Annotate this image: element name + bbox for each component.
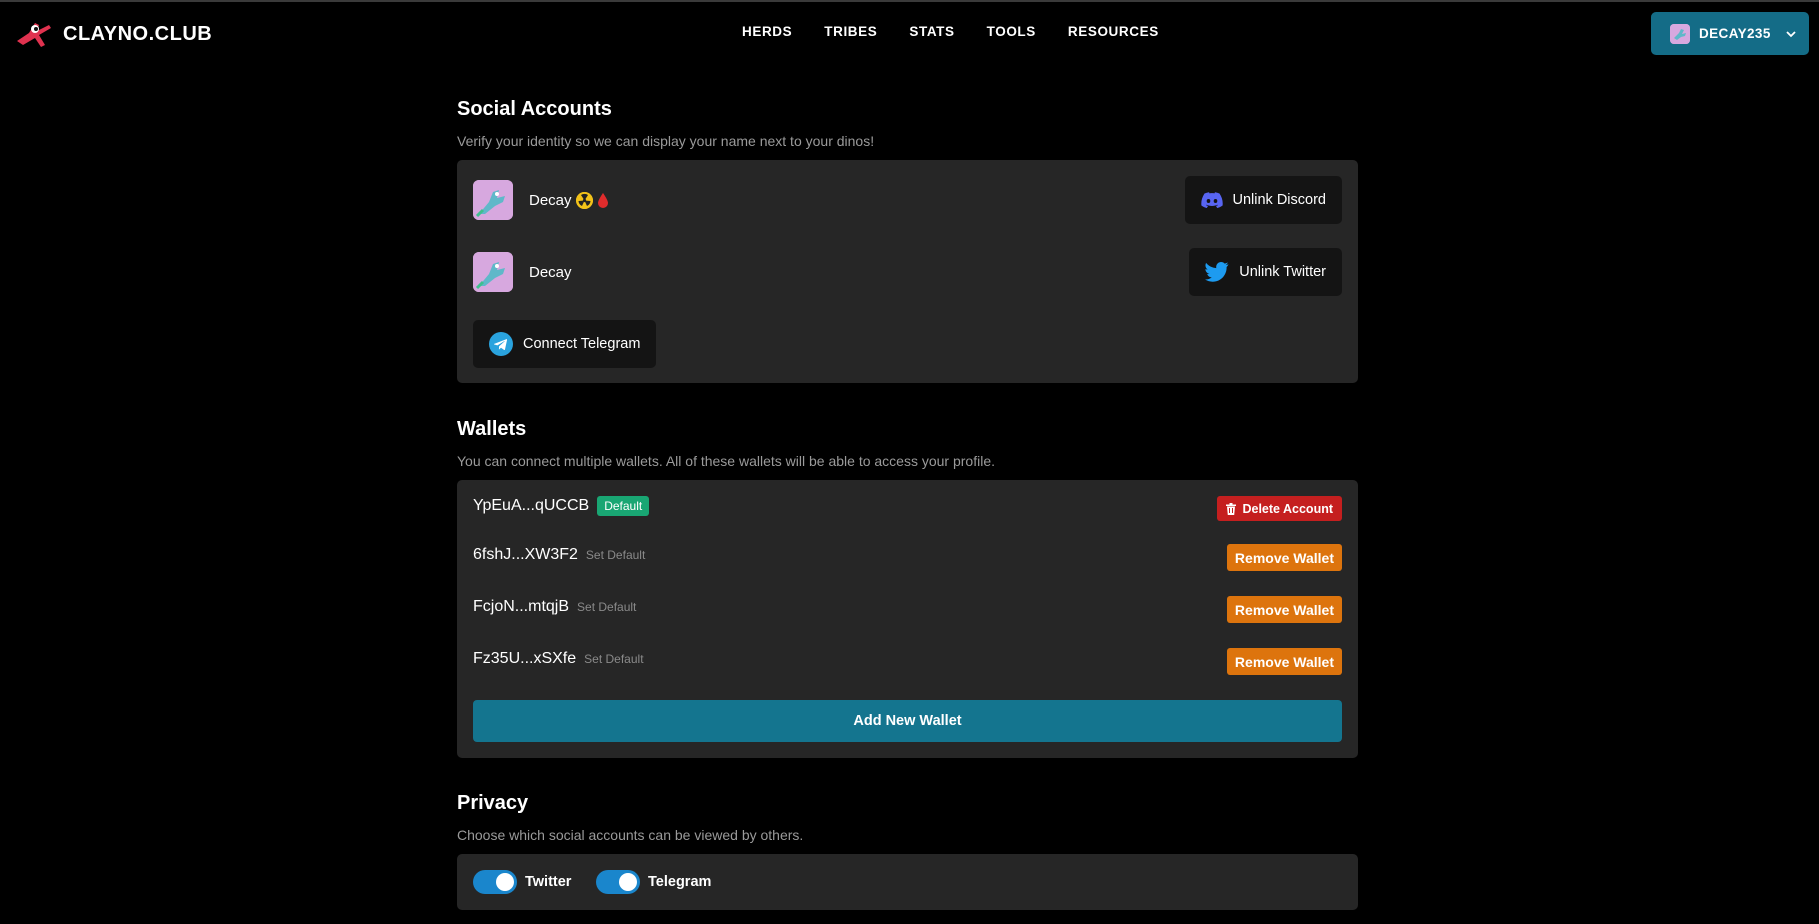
set-default-link[interactable]: Set Default — [577, 600, 636, 614]
add-new-wallet-button[interactable]: Add New Wallet — [473, 700, 1342, 742]
discord-icon — [1200, 192, 1223, 208]
default-badge: Default — [597, 496, 650, 516]
set-default-link[interactable]: Set Default — [584, 652, 643, 666]
remove-wallet-button[interactable]: Remove Wallet — [1226, 544, 1342, 571]
twitter-toggle-label: Twitter — [525, 874, 572, 890]
brand[interactable]: CLAYNO.CLUB — [15, 19, 212, 49]
dino-logo-icon — [17, 23, 51, 47]
trash-icon — [1226, 502, 1237, 515]
social-accounts-title: Social Accounts — [457, 98, 612, 120]
connect-telegram-label: Connect Telegram — [523, 336, 641, 352]
nav-link-stats[interactable]: STATS — [909, 24, 954, 39]
wallet-row: Fz35U...xSXfe Set Default — [473, 650, 644, 668]
nav-link-herds[interactable]: HERDS — [742, 24, 792, 39]
wallet-row: YpEuA...qUCCB Default — [473, 496, 650, 516]
dino-avatar-icon — [1670, 23, 1690, 44]
unlink-twitter-label: Unlink Twitter — [1239, 264, 1326, 280]
discord-username: Decay — [529, 191, 609, 209]
nav-link-tribes[interactable]: TRIBES — [824, 24, 877, 39]
discord-avatar — [473, 180, 513, 220]
connect-telegram-button[interactable]: Connect Telegram — [473, 320, 657, 368]
wallet-row: 6fshJ...XW3F2 Set Default — [473, 546, 645, 564]
chevron-down-icon — [1786, 30, 1796, 37]
blood-drop-emoji-icon — [597, 192, 609, 208]
set-default-link[interactable]: Set Default — [586, 548, 645, 562]
remove-wallet-button[interactable]: Remove Wallet — [1226, 596, 1342, 623]
nav-link-tools[interactable]: TOOLS — [987, 24, 1036, 39]
wallet-address: FcjoN...mtqjB — [473, 598, 570, 615]
toggle-knob — [619, 873, 637, 891]
wallets-description: You can connect multiple wallets. All of… — [457, 453, 995, 469]
telegram-icon — [489, 332, 513, 356]
brand-name: CLAYNO.CLUB — [63, 22, 213, 45]
wallets-title: Wallets — [457, 418, 527, 440]
wallet-row: FcjoN...mtqjB Set Default — [473, 598, 636, 616]
social-accounts-panel: Decay Unlink Discord Decay Unlink Twitte… — [457, 160, 1358, 383]
telegram-visibility-toggle[interactable] — [596, 870, 640, 894]
privacy-panel: Twitter Telegram — [457, 854, 1358, 910]
twitter-bird-icon — [1205, 262, 1229, 282]
telegram-privacy-toggle-group: Telegram — [596, 870, 711, 894]
nav-link-resources[interactable]: RESOURCES — [1068, 24, 1159, 39]
navbar: CLAYNO.CLUB HERDS TRIBES STATS TOOLS RES… — [0, 2, 1819, 64]
avatar — [1670, 23, 1690, 44]
twitter-username: Decay — [529, 263, 572, 281]
unlink-twitter-button[interactable]: Unlink Twitter — [1189, 248, 1342, 296]
user-menu-button[interactable]: DECAY235 — [1651, 12, 1809, 55]
discord-account-row: Decay — [473, 180, 609, 220]
wallets-panel: YpEuA...qUCCB Default Delete Account 6fs… — [457, 480, 1358, 758]
discord-name-text: Decay — [529, 191, 572, 209]
wallet-address: Fz35U...xSXfe — [473, 650, 577, 667]
dino-avatar-icon — [473, 180, 513, 220]
wallet-address: 6fshJ...XW3F2 — [473, 546, 578, 563]
social-accounts-description: Verify your identity so we can display y… — [457, 133, 875, 149]
twitter-privacy-toggle-group: Twitter — [473, 870, 571, 894]
twitter-avatar — [473, 252, 513, 292]
privacy-description: Choose which social accounts can be view… — [457, 827, 804, 843]
delete-account-label: Delete Account — [1242, 501, 1333, 516]
nav-links: HERDS TRIBES STATS TOOLS RESOURCES — [742, 24, 1191, 39]
telegram-toggle-label: Telegram — [648, 874, 712, 890]
privacy-title: Privacy — [457, 792, 529, 814]
remove-wallet-button[interactable]: Remove Wallet — [1226, 648, 1342, 675]
unlink-discord-button[interactable]: Unlink Discord — [1184, 176, 1342, 224]
user-name: DECAY235 — [1699, 26, 1771, 41]
radioactive-emoji-icon — [575, 191, 593, 209]
twitter-visibility-toggle[interactable] — [473, 870, 517, 894]
twitter-account-row: Decay — [473, 252, 572, 292]
toggle-knob — [496, 873, 514, 891]
wallet-address: YpEuA...qUCCB — [473, 497, 590, 514]
unlink-discord-label: Unlink Discord — [1232, 192, 1326, 208]
delete-account-button[interactable]: Delete Account — [1217, 496, 1342, 521]
dino-avatar-icon — [473, 252, 513, 292]
